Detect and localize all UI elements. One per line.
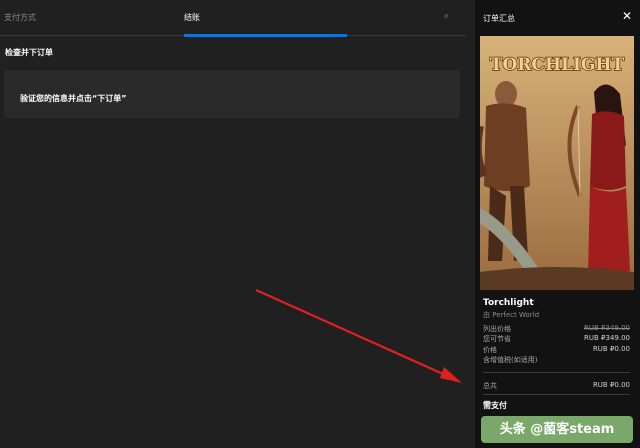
list-price-row: 列出价格 RUB ₽349.00	[483, 324, 630, 334]
verify-info-text: 验证您的信息并点击“下订单”	[20, 94, 127, 103]
price-row: 价格 RUB ₽0.00	[483, 345, 630, 355]
checkout-main-panel: 支付方式 结账 ✧ 检查并下订单 验证您的信息并点击“下订单”	[0, 0, 475, 448]
summary-divider	[483, 372, 630, 373]
tab-checkout-label: 结账	[184, 13, 200, 22]
total-row: 总共 RUB ₽0.00	[483, 381, 630, 391]
total-value: RUB ₽0.00	[592, 381, 630, 389]
product-name: Torchlight	[483, 298, 534, 308]
product-publisher: 由 Perfect World	[483, 311, 540, 319]
amount-due-label: 需支付	[483, 401, 507, 410]
list-price-label: 列出价格	[483, 325, 511, 333]
order-summary-sidebar: 订单汇总 ✕ TORCHLIGHT Torchlight 由 Perfect W…	[475, 0, 640, 448]
vat-row: 含增值税(如适用)	[483, 355, 630, 365]
price-label: 价格	[483, 346, 497, 354]
active-tab-indicator	[184, 34, 347, 37]
list-price-value: RUB ₽349.00	[584, 324, 630, 332]
game-cover-image: TORCHLIGHT	[480, 36, 634, 290]
savings-value: RUB ₽349.00	[584, 334, 630, 342]
checkout-tab-bar: 支付方式 结账 ✧	[0, 0, 466, 37]
savings-label: 您可节省	[483, 335, 511, 343]
price-value: RUB ₽0.00	[592, 345, 630, 353]
savings-row: 您可节省 RUB ₽349.00	[483, 334, 630, 344]
verify-info-box: 验证您的信息并点击“下订单”	[4, 70, 460, 118]
review-order-heading: 检查并下订单	[5, 48, 53, 57]
close-icon[interactable]: ✕	[622, 9, 632, 23]
order-summary-title: 订单汇总	[483, 14, 515, 23]
gift-icon: ✧	[443, 12, 450, 21]
tab-payment-method[interactable]: 支付方式	[4, 0, 36, 36]
total-label: 总共	[483, 382, 497, 390]
vat-label: 含增值税(如适用)	[483, 356, 538, 364]
summary-divider-2	[483, 394, 630, 395]
tab-checkout[interactable]: 结账	[184, 0, 347, 37]
watermark-badge: 头条 @菌客steam	[481, 416, 633, 443]
cover-logo-text: TORCHLIGHT	[490, 55, 625, 75]
